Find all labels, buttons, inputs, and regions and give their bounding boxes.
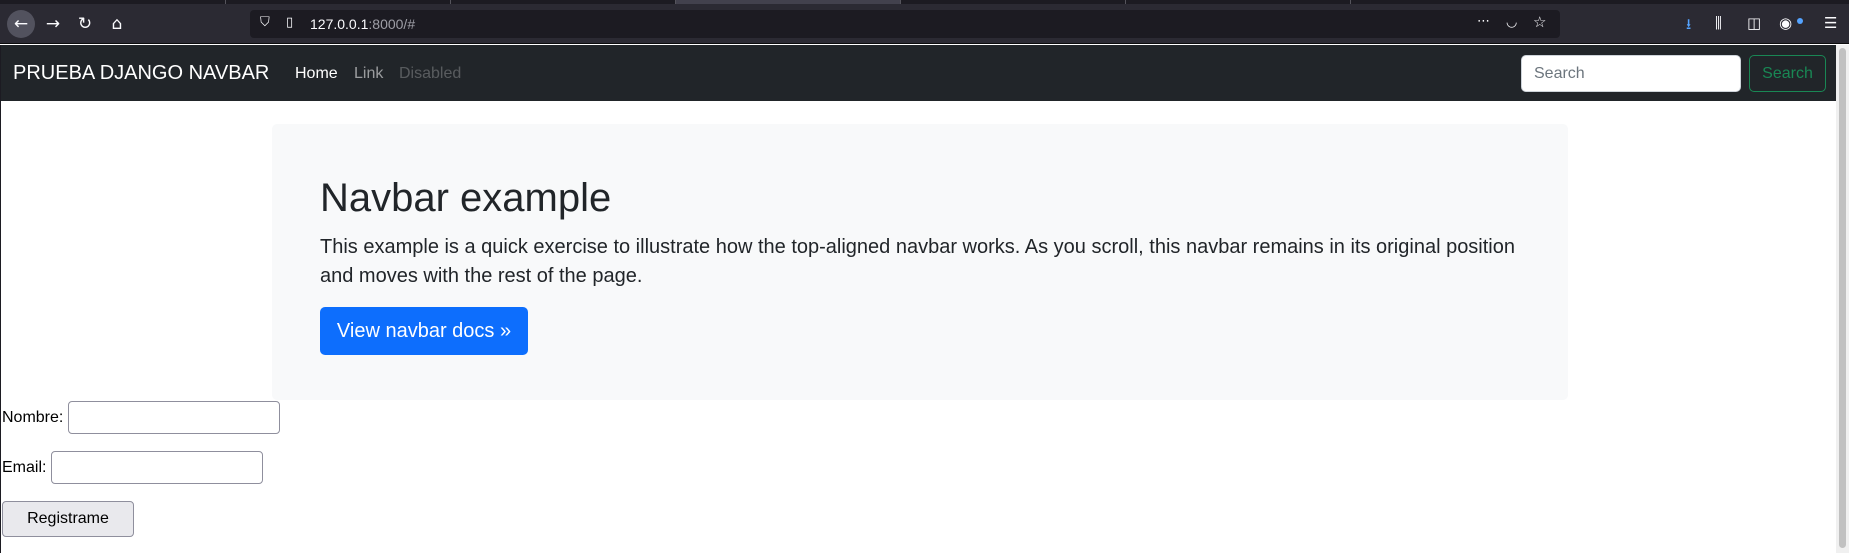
nav-link-disabled: Disabled bbox=[399, 65, 462, 82]
lead-text: This example is a quick exercise to illu… bbox=[320, 236, 1515, 287]
library-icon[interactable]: ⫼ bbox=[1715, 14, 1722, 32]
download-icon[interactable]: ⭳ bbox=[1686, 14, 1691, 39]
reload-icon[interactable]: ↻ bbox=[71, 10, 99, 38]
url-text[interactable]: 127.0.0.1:8000/# bbox=[310, 16, 415, 32]
page-title: Navbar example bbox=[320, 176, 612, 220]
view-docs-button[interactable]: View navbar docs » bbox=[320, 307, 528, 355]
search-button[interactable]: Search bbox=[1749, 55, 1826, 92]
navbar-brand[interactable]: PRUEBA DJANGO NAVBAR bbox=[13, 62, 269, 85]
menu-icon[interactable]: ☰ bbox=[1824, 14, 1837, 32]
jumbotron: Navbar example This example is a quick e… bbox=[272, 124, 1568, 400]
more-icon[interactable]: ⋯ bbox=[1477, 14, 1490, 29]
email-label: Email: bbox=[2, 459, 47, 476]
shield-icon[interactable]: ⛉ bbox=[260, 15, 270, 30]
nombre-label: Nombre: bbox=[2, 409, 64, 426]
nombre-field[interactable] bbox=[68, 401, 280, 434]
notification-dot bbox=[1797, 18, 1803, 24]
browser-toolbar: ← → ↻ ⌂ ⛉ ▯ 127.0.0.1:8000/# ⋯ ◡ ☆ ⭳ ⫼ ◫… bbox=[0, 4, 1849, 44]
pocket-icon[interactable]: ◡ bbox=[1506, 15, 1517, 30]
forward-icon[interactable]: → bbox=[39, 10, 67, 38]
address-bar[interactable]: ⛉ ▯ 127.0.0.1:8000/# ⋯ ◡ ☆ bbox=[250, 10, 1560, 38]
account-icon[interactable]: ◉ bbox=[1779, 14, 1792, 32]
sidebar-icon[interactable]: ◫ bbox=[1747, 14, 1761, 32]
page-icon[interactable]: ▯ bbox=[286, 15, 293, 30]
email-field[interactable] bbox=[51, 451, 263, 484]
scrollbar-thumb[interactable] bbox=[1839, 48, 1846, 548]
scrollbar[interactable] bbox=[1836, 45, 1849, 553]
url-path: :8000/# bbox=[368, 16, 416, 32]
nav-link-link[interactable]: Link bbox=[354, 65, 383, 83]
back-icon[interactable]: ← bbox=[7, 10, 35, 38]
search-input[interactable] bbox=[1521, 55, 1741, 92]
url-host: 127.0.0.1 bbox=[310, 16, 369, 32]
star-icon[interactable]: ☆ bbox=[1533, 13, 1546, 31]
navbar: PRUEBA DJANGO NAVBAR Home Link Disabled … bbox=[1, 45, 1836, 101]
nav-link-home[interactable]: Home bbox=[295, 65, 338, 83]
registrame-button[interactable]: Registrame bbox=[2, 501, 134, 537]
page-content: PRUEBA DJANGO NAVBAR Home Link Disabled … bbox=[0, 45, 1836, 553]
home-icon[interactable]: ⌂ bbox=[103, 10, 131, 38]
